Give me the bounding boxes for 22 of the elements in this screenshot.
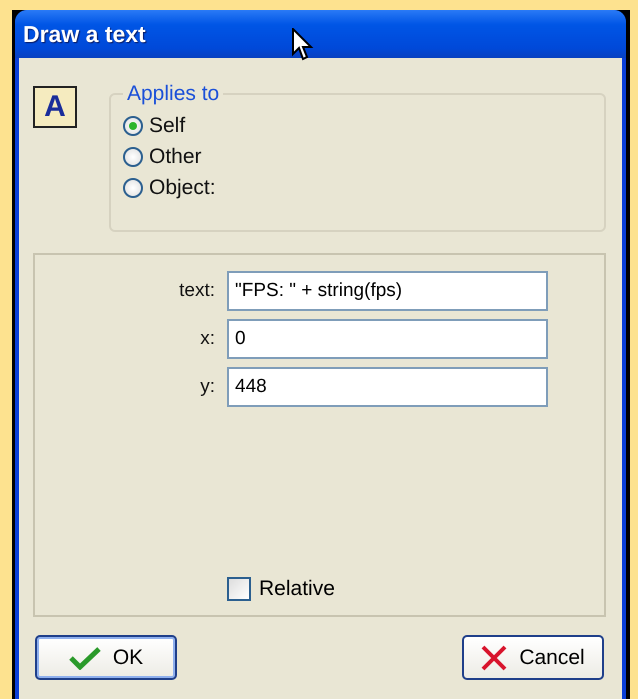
radio-label: Object: [149, 176, 216, 200]
radio-button[interactable] [123, 146, 143, 166]
close-icon [481, 644, 508, 670]
input-field[interactable]: 448 [227, 367, 548, 407]
field-label: x: [199, 328, 216, 350]
radio-button[interactable] [123, 116, 143, 136]
field-label: y: [199, 376, 216, 398]
field-label: text: [178, 280, 216, 302]
checkbox-label: Relative [259, 577, 335, 601]
cancel-button[interactable]: Cancel [462, 635, 604, 680]
ok-button[interactable]: OK [35, 635, 177, 680]
radio-label: Other [149, 144, 202, 168]
group-label: Applies to [126, 82, 220, 106]
window-title-bar: Draw a text [15, 10, 626, 58]
input-field[interactable]: "FPS: " + string(fps) [227, 271, 548, 311]
action-icon: A [33, 86, 77, 128]
radio-button[interactable] [123, 178, 143, 198]
relative-checkbox[interactable] [227, 577, 251, 601]
checkmark-icon [68, 646, 101, 670]
input-field[interactable]: 0 [227, 319, 548, 359]
radio-label: Self [149, 114, 186, 138]
mouse-pointer-icon [292, 28, 314, 62]
